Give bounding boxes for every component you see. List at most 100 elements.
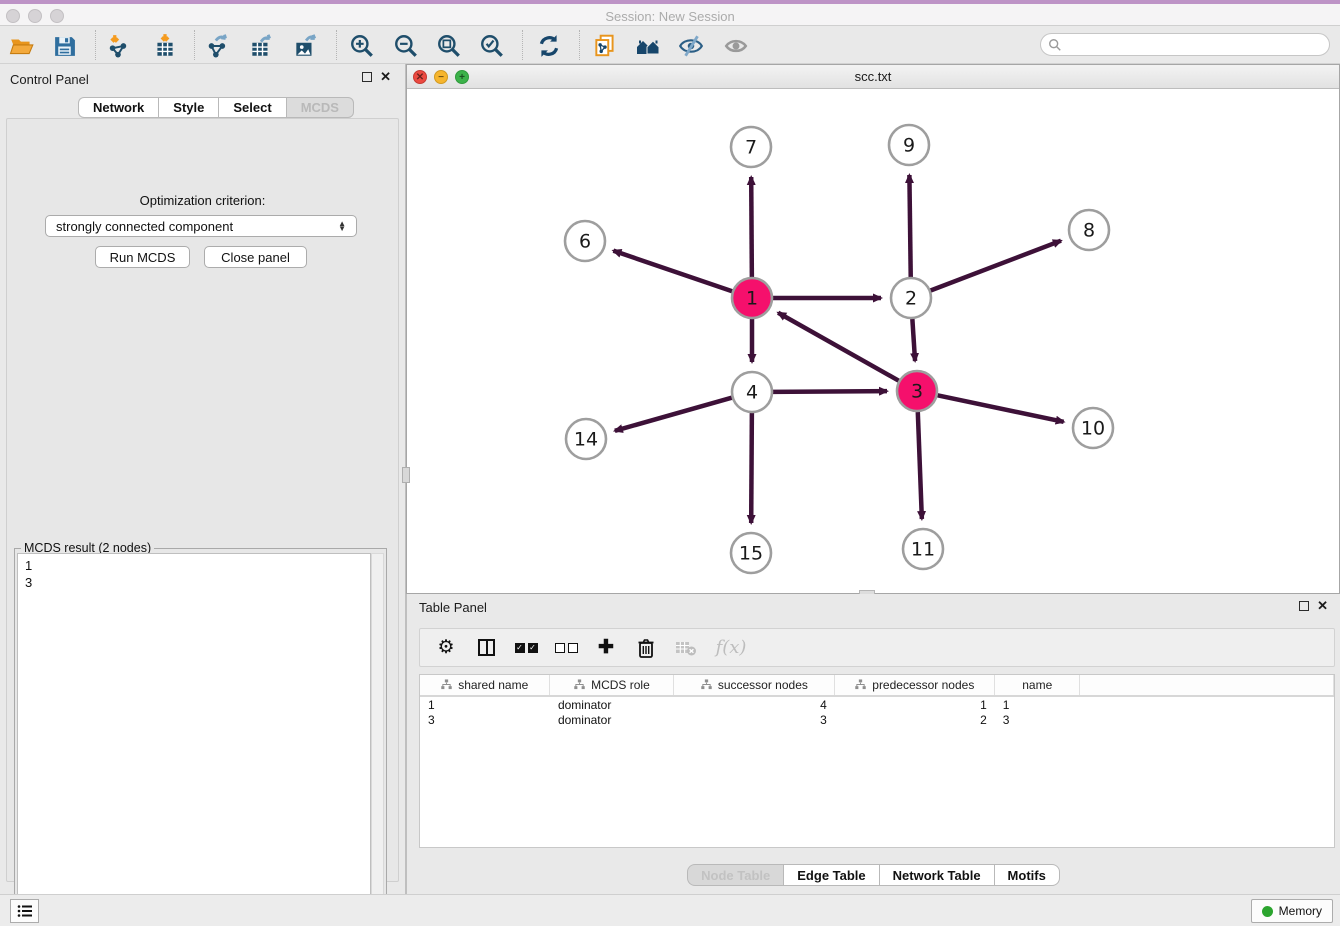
refresh-button[interactable] bbox=[536, 33, 562, 59]
tab-motifs[interactable]: Motifs bbox=[994, 864, 1060, 886]
global-search-input[interactable] bbox=[1062, 36, 1329, 54]
tab-style[interactable]: Style bbox=[158, 97, 218, 118]
global-search bbox=[1040, 33, 1330, 56]
column-visibility-button[interactable] bbox=[474, 636, 498, 660]
table-settings-button[interactable]: ⚙ bbox=[434, 636, 458, 660]
tab-node-table[interactable]: Node Table bbox=[687, 864, 783, 886]
graph-node-3[interactable]: 3 bbox=[897, 371, 937, 411]
import-network-button[interactable] bbox=[105, 33, 131, 59]
tab-mcds[interactable]: MCDS bbox=[286, 97, 354, 118]
task-history-button[interactable] bbox=[10, 899, 39, 923]
zoom-fit-button[interactable] bbox=[436, 33, 462, 59]
node-label: 3 bbox=[911, 381, 923, 403]
graph-node-8[interactable]: 8 bbox=[1069, 210, 1109, 250]
tab-select[interactable]: Select bbox=[218, 97, 285, 118]
delete-column-button[interactable] bbox=[634, 636, 658, 660]
float-panel-icon[interactable] bbox=[362, 72, 372, 82]
table-cell[interactable]: 4 bbox=[674, 696, 835, 712]
table-cell[interactable]: dominator bbox=[550, 712, 674, 728]
graph-edge-3-11[interactable] bbox=[918, 412, 922, 519]
close-panel-icon[interactable]: ✕ bbox=[380, 72, 391, 82]
float-table-panel-icon[interactable] bbox=[1299, 601, 1309, 611]
select-all-button[interactable]: ✓✓ bbox=[514, 636, 538, 660]
result-item[interactable]: 1 bbox=[25, 557, 363, 574]
save-session-button[interactable] bbox=[51, 33, 77, 59]
apply-function-button[interactable]: f(x) bbox=[714, 636, 748, 660]
graph-edge-3-1[interactable] bbox=[778, 313, 899, 381]
column-header[interactable]: successor nodes bbox=[674, 675, 835, 696]
graph-edge-2-3[interactable] bbox=[912, 319, 915, 361]
table-cell[interactable]: 1 bbox=[995, 696, 1080, 712]
open-session-button[interactable] bbox=[9, 33, 35, 59]
result-item[interactable]: 3 bbox=[25, 574, 363, 591]
column-header[interactable]: shared name bbox=[420, 675, 550, 696]
zoom-in-button[interactable] bbox=[349, 33, 375, 59]
node-table[interactable]: shared nameMCDS rolesuccessor nodesprede… bbox=[419, 674, 1335, 848]
memory-button[interactable]: Memory bbox=[1251, 899, 1333, 923]
graph-node-15[interactable]: 15 bbox=[731, 533, 771, 573]
zoom-selected-button[interactable] bbox=[479, 33, 505, 59]
table-cell[interactable]: 3 bbox=[674, 712, 835, 728]
tab-edge-table[interactable]: Edge Table bbox=[783, 864, 878, 886]
tab-network[interactable]: Network bbox=[78, 97, 158, 118]
zoom-out-button[interactable] bbox=[393, 33, 419, 59]
mcds-result-list[interactable]: 13 bbox=[17, 553, 371, 926]
list-icon bbox=[17, 904, 33, 918]
close-panel-button[interactable]: Close panel bbox=[204, 246, 307, 268]
graph-node-10[interactable]: 10 bbox=[1073, 408, 1113, 448]
clone-network-button[interactable] bbox=[592, 33, 618, 59]
graph-edge-1-7[interactable] bbox=[751, 177, 752, 277]
graph-edge-4-15[interactable] bbox=[751, 413, 752, 523]
table-cell[interactable]: 3 bbox=[420, 712, 550, 728]
chevron-up-down-icon: ▲▼ bbox=[338, 221, 346, 231]
criterion-dropdown[interactable]: strongly connected component ▲▼ bbox=[45, 215, 357, 237]
table-cell[interactable]: 2 bbox=[835, 712, 995, 728]
graph-node-4[interactable]: 4 bbox=[732, 372, 772, 412]
table-row[interactable]: 3dominator323 bbox=[420, 712, 1334, 728]
mcds-panel: Optimization criterion: strongly connect… bbox=[6, 118, 399, 882]
table-cell[interactable]: 1 bbox=[420, 696, 550, 712]
graph-node-6[interactable]: 6 bbox=[565, 221, 605, 261]
graph-node-2[interactable]: 2 bbox=[891, 278, 931, 318]
network-window-titlebar[interactable]: ✕ − + scc.txt bbox=[407, 65, 1339, 89]
tab-network-table[interactable]: Network Table bbox=[879, 864, 994, 886]
export-table-button[interactable] bbox=[248, 33, 274, 59]
column-header[interactable]: predecessor nodes bbox=[835, 675, 995, 696]
eye-slash-icon bbox=[678, 33, 704, 59]
column-header[interactable]: name bbox=[995, 675, 1080, 696]
delete-table-button[interactable] bbox=[674, 636, 698, 660]
graph-edge-2-9[interactable] bbox=[909, 175, 910, 277]
close-table-panel-icon[interactable]: ✕ bbox=[1317, 601, 1328, 611]
column-header[interactable]: MCDS role bbox=[550, 675, 674, 696]
result-scrollbar[interactable] bbox=[371, 553, 384, 926]
run-mcds-button[interactable]: Run MCDS bbox=[95, 246, 190, 268]
graph-edge-2-8[interactable] bbox=[931, 241, 1061, 291]
hide-show-button[interactable] bbox=[678, 33, 704, 59]
graph-node-1[interactable]: 1 bbox=[732, 278, 772, 318]
export-network-button[interactable] bbox=[205, 33, 231, 59]
graph-edge-4-14[interactable] bbox=[615, 398, 732, 431]
import-table-button[interactable] bbox=[152, 33, 178, 59]
add-column-button[interactable]: ✚ bbox=[594, 636, 618, 660]
table-cell[interactable]: dominator bbox=[550, 696, 674, 712]
table-row[interactable]: 1dominator411 bbox=[420, 696, 1334, 712]
export-image-button[interactable] bbox=[292, 33, 318, 59]
graph-node-9[interactable]: 9 bbox=[889, 125, 929, 165]
graph-edge-4-3[interactable] bbox=[773, 391, 887, 392]
zoom-in-icon bbox=[349, 33, 375, 59]
table-cell[interactable]: 3 bbox=[995, 712, 1080, 728]
graph-node-7[interactable]: 7 bbox=[731, 127, 771, 167]
deselect-all-button[interactable] bbox=[554, 636, 578, 660]
zoom-fit-icon bbox=[436, 33, 462, 59]
network-graph[interactable]: 7 9 6 8 1 2 4 3 14 10 15 11 bbox=[407, 89, 1339, 593]
graph-node-14[interactable]: 14 bbox=[566, 419, 606, 459]
unchecked-box-icon bbox=[568, 643, 578, 653]
graph-edge-3-10[interactable] bbox=[938, 395, 1064, 422]
home-layout-button[interactable] bbox=[635, 33, 661, 59]
table-cell[interactable]: 1 bbox=[835, 696, 995, 712]
graph-node-11[interactable]: 11 bbox=[903, 529, 943, 569]
view-toggle-button[interactable] bbox=[723, 33, 749, 59]
splitter-grip-left[interactable] bbox=[402, 467, 410, 483]
graph-edge-1-6[interactable] bbox=[613, 251, 732, 292]
node-label: 9 bbox=[903, 135, 915, 157]
